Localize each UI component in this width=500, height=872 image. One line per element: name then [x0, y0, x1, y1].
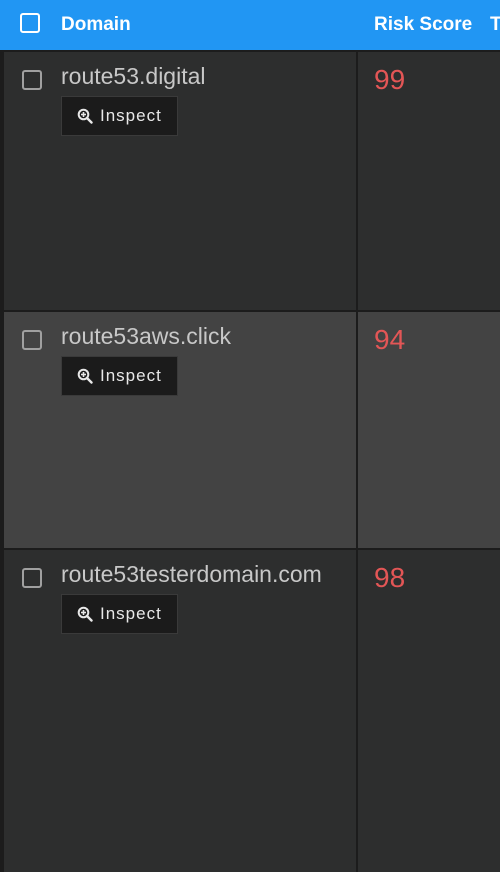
row-checkbox[interactable]	[22, 568, 42, 588]
domain-cell: route53aws.click Inspect	[4, 312, 356, 548]
table-header: Domain Risk Score T	[0, 0, 500, 50]
inspect-button[interactable]: Inspect	[61, 594, 178, 634]
inspect-button-label: Inspect	[100, 366, 162, 385]
inspect-button-label: Inspect	[100, 106, 162, 125]
row-checkbox[interactable]	[22, 70, 42, 90]
inspect-button[interactable]: Inspect	[61, 96, 178, 136]
table-row: route53.digital Inspect 99	[0, 50, 500, 310]
domain-table: Domain Risk Score T route53.digital Insp…	[0, 0, 500, 872]
column-header-domain[interactable]: Domain	[61, 13, 131, 37]
zoom-in-icon	[77, 368, 93, 384]
column-header-risk-score[interactable]: Risk Score	[374, 13, 472, 37]
column-header-next[interactable]: T	[490, 13, 500, 37]
risk-score-value: 98	[374, 562, 406, 593]
risk-score-cell: 98	[358, 550, 500, 872]
table-row: route53testerdomain.com Inspect 98	[0, 548, 500, 872]
risk-score-cell: 99	[358, 52, 500, 310]
domain-name: route53aws.click	[61, 323, 232, 349]
domain-cell: route53testerdomain.com Inspect	[4, 550, 356, 872]
row-checkbox[interactable]	[22, 330, 42, 350]
inspect-button[interactable]: Inspect	[61, 356, 178, 396]
risk-score-value: 94	[374, 324, 406, 355]
zoom-in-icon	[77, 606, 93, 622]
domain-cell: route53.digital Inspect	[4, 52, 356, 310]
risk-score-cell: 94	[358, 312, 500, 548]
zoom-in-icon	[77, 108, 93, 124]
table-row: route53aws.click Inspect 94	[0, 310, 500, 548]
domain-name: route53testerdomain.com	[61, 561, 322, 587]
select-all-checkbox[interactable]	[20, 13, 40, 33]
risk-score-value: 99	[374, 64, 406, 95]
inspect-button-label: Inspect	[100, 604, 162, 623]
domain-name: route53.digital	[61, 63, 206, 89]
